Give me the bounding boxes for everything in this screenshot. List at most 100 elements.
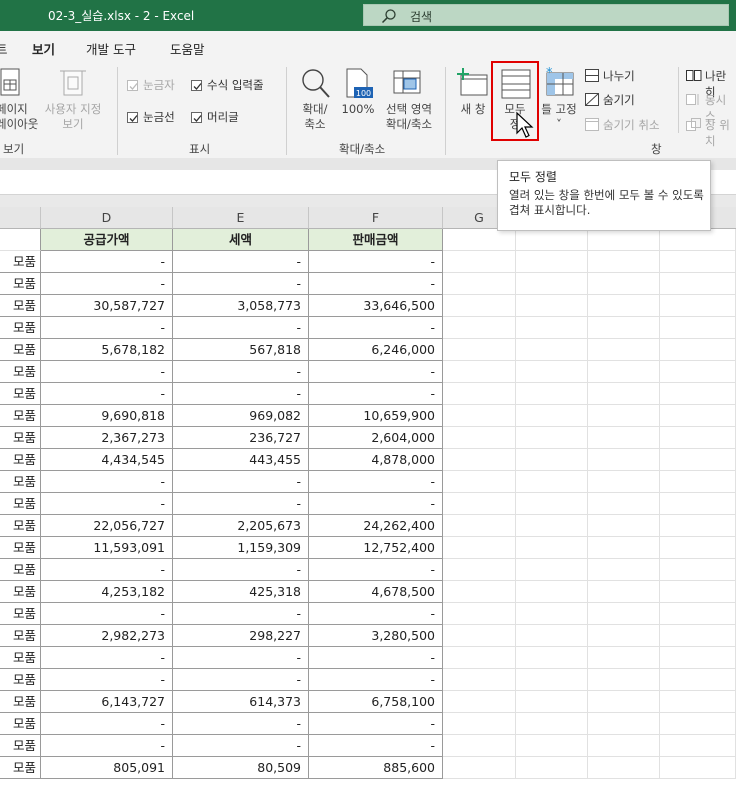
empty-cell[interactable]: [660, 295, 736, 317]
tab-developer[interactable]: 개발 도구: [86, 39, 136, 58]
cell-e[interactable]: -: [173, 647, 309, 669]
cell-e[interactable]: -: [173, 603, 309, 625]
empty-cell[interactable]: [516, 317, 588, 339]
empty-cell[interactable]: [660, 647, 736, 669]
cell-e[interactable]: -: [173, 735, 309, 757]
unhide-button[interactable]: 숨기기 취소: [603, 117, 660, 133]
zoom-button[interactable]: 확대/축소: [298, 102, 332, 132]
gridlines-checkbox[interactable]: [127, 112, 138, 123]
cell-f[interactable]: -: [309, 603, 443, 625]
empty-cell[interactable]: [588, 757, 660, 779]
empty-cell[interactable]: [588, 273, 660, 295]
cell-c[interactable]: 모품: [0, 383, 41, 405]
empty-cell[interactable]: [588, 559, 660, 581]
cell-d[interactable]: -: [41, 559, 173, 581]
tab-draw[interactable]: 트: [0, 39, 8, 58]
empty-cell[interactable]: [443, 383, 516, 405]
empty-cell[interactable]: [660, 449, 736, 471]
empty-cell[interactable]: [660, 603, 736, 625]
cell-f[interactable]: 6,758,100: [309, 691, 443, 713]
cell-c[interactable]: 모품: [0, 647, 41, 669]
empty-cell[interactable]: [660, 559, 736, 581]
cell-d[interactable]: -: [41, 471, 173, 493]
cell-e[interactable]: 298,227: [173, 625, 309, 647]
empty-cell[interactable]: [516, 559, 588, 581]
empty-cell[interactable]: [660, 669, 736, 691]
empty-cell[interactable]: [516, 229, 588, 251]
empty-cell[interactable]: [516, 515, 588, 537]
empty-cell[interactable]: [660, 317, 736, 339]
empty-cell[interactable]: [516, 669, 588, 691]
cell-c[interactable]: 모품: [0, 493, 41, 515]
cell-d[interactable]: 2,367,273: [41, 427, 173, 449]
empty-cell[interactable]: [588, 405, 660, 427]
empty-cell[interactable]: [516, 273, 588, 295]
cell-e[interactable]: 80,509: [173, 757, 309, 779]
empty-cell[interactable]: [588, 471, 660, 493]
cell-c[interactable]: 모품: [0, 361, 41, 383]
page-layout-button[interactable]: 페이지 레이아웃: [0, 102, 38, 132]
cell-d[interactable]: 22,056,727: [41, 515, 173, 537]
cell-c[interactable]: 모품: [0, 603, 41, 625]
empty-cell[interactable]: [443, 493, 516, 515]
empty-cell[interactable]: [443, 251, 516, 273]
empty-cell[interactable]: [516, 471, 588, 493]
column-header-d[interactable]: D: [41, 207, 173, 229]
cell-c[interactable]: 모품: [0, 559, 41, 581]
cell-f[interactable]: -: [309, 317, 443, 339]
empty-cell[interactable]: [660, 229, 736, 251]
empty-cell[interactable]: [660, 713, 736, 735]
empty-cell[interactable]: [443, 735, 516, 757]
empty-cell[interactable]: [516, 603, 588, 625]
empty-cell[interactable]: [588, 581, 660, 603]
empty-cell[interactable]: [516, 339, 588, 361]
cell-d[interactable]: -: [41, 493, 173, 515]
empty-cell[interactable]: [443, 691, 516, 713]
empty-cell[interactable]: [588, 251, 660, 273]
empty-cell[interactable]: [443, 669, 516, 691]
cell-f[interactable]: -: [309, 251, 443, 273]
cell-c[interactable]: 모품: [0, 295, 41, 317]
empty-cell[interactable]: [516, 691, 588, 713]
tab-help[interactable]: 도움말: [170, 39, 205, 58]
empty-cell[interactable]: [443, 339, 516, 361]
cell-e[interactable]: 614,373: [173, 691, 309, 713]
cell-e[interactable]: -: [173, 559, 309, 581]
cell-e[interactable]: 3,058,773: [173, 295, 309, 317]
empty-cell[interactable]: [443, 757, 516, 779]
cell-f[interactable]: -: [309, 735, 443, 757]
cell-d[interactable]: -: [41, 713, 173, 735]
empty-cell[interactable]: [660, 273, 736, 295]
header-cell-f[interactable]: 판매금액: [309, 229, 443, 251]
header-cell-c[interactable]: [0, 229, 41, 251]
empty-cell[interactable]: [443, 229, 516, 251]
cell-e[interactable]: 567,818: [173, 339, 309, 361]
formula-bar-checkbox[interactable]: [191, 80, 202, 91]
cell-c[interactable]: 모품: [0, 537, 41, 559]
empty-cell[interactable]: [516, 361, 588, 383]
empty-cell[interactable]: [443, 713, 516, 735]
empty-cell[interactable]: [516, 735, 588, 757]
cell-c[interactable]: 모품: [0, 581, 41, 603]
cell-d[interactable]: 5,678,182: [41, 339, 173, 361]
empty-cell[interactable]: [660, 405, 736, 427]
empty-cell[interactable]: [660, 493, 736, 515]
empty-cell[interactable]: [443, 603, 516, 625]
cell-f[interactable]: -: [309, 647, 443, 669]
empty-cell[interactable]: [516, 383, 588, 405]
empty-cell[interactable]: [588, 603, 660, 625]
column-header-f[interactable]: F: [309, 207, 443, 229]
reset-window-position-button[interactable]: 창 위치: [705, 117, 736, 149]
empty-cell[interactable]: [588, 339, 660, 361]
ruler-checkbox[interactable]: [127, 80, 138, 91]
empty-cell[interactable]: [588, 361, 660, 383]
cell-f[interactable]: -: [309, 383, 443, 405]
cell-d[interactable]: 805,091: [41, 757, 173, 779]
empty-cell[interactable]: [660, 537, 736, 559]
empty-cell[interactable]: [516, 581, 588, 603]
empty-cell[interactable]: [443, 317, 516, 339]
cell-f[interactable]: 2,604,000: [309, 427, 443, 449]
empty-cell[interactable]: [588, 537, 660, 559]
headings-checkbox[interactable]: [191, 112, 202, 123]
empty-cell[interactable]: [588, 295, 660, 317]
